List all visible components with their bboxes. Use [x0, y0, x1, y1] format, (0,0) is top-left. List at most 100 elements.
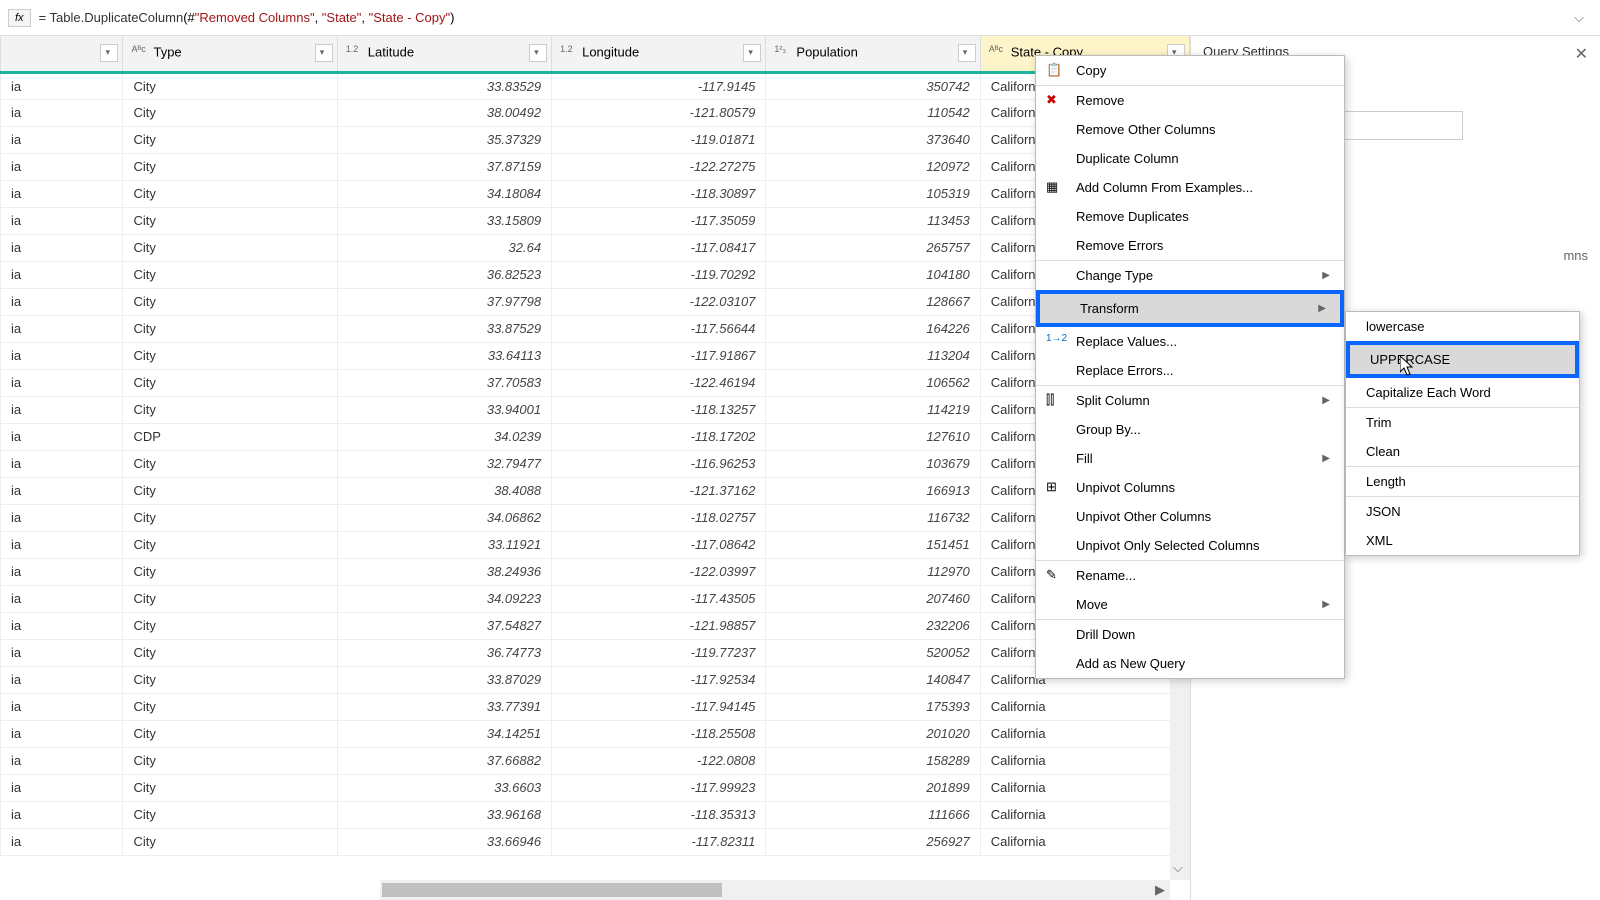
- cell-population[interactable]: 105319: [766, 180, 980, 207]
- formula-dropdown-icon[interactable]: ⌵: [1566, 8, 1592, 28]
- cell-state[interactable]: ia: [1, 153, 123, 180]
- cell-type[interactable]: City: [123, 720, 337, 747]
- cell-state[interactable]: ia: [1, 180, 123, 207]
- cell-longitude[interactable]: -117.35059: [552, 207, 766, 234]
- column-header-population[interactable]: 1²₃Population: [766, 36, 980, 72]
- cell-longitude[interactable]: -118.02757: [552, 504, 766, 531]
- scroll-down-icon[interactable]: ⌵: [1173, 860, 1183, 876]
- cell-population[interactable]: 151451: [766, 531, 980, 558]
- table-row[interactable]: iaCity33.94001-118.13257114219Californ: [1, 396, 1190, 423]
- table-row[interactable]: iaCity38.24936-122.03997112970Californ: [1, 558, 1190, 585]
- cell-population[interactable]: 520052: [766, 639, 980, 666]
- cell-longitude[interactable]: -118.13257: [552, 396, 766, 423]
- cell-population[interactable]: 120972: [766, 153, 980, 180]
- cell-type[interactable]: City: [123, 693, 337, 720]
- cell-type[interactable]: City: [123, 450, 337, 477]
- cell-state[interactable]: ia: [1, 234, 123, 261]
- cell-state[interactable]: ia: [1, 288, 123, 315]
- menu-rename[interactable]: ✎Rename...: [1036, 560, 1344, 590]
- cell-population[interactable]: 350742: [766, 72, 980, 99]
- cell-latitude[interactable]: 33.11921: [337, 531, 551, 558]
- cell-state[interactable]: ia: [1, 639, 123, 666]
- cell-longitude[interactable]: -116.96253: [552, 450, 766, 477]
- column-header-partial[interactable]: [1, 36, 123, 72]
- cell-latitude[interactable]: 34.14251: [337, 720, 551, 747]
- cell-longitude[interactable]: -118.25508: [552, 720, 766, 747]
- cell-type[interactable]: City: [123, 126, 337, 153]
- cell-state[interactable]: ia: [1, 747, 123, 774]
- cell-type[interactable]: City: [123, 72, 337, 99]
- table-row[interactable]: iaCDP34.0239-118.17202127610Californ: [1, 423, 1190, 450]
- table-row[interactable]: iaCity35.37329-119.01871373640Californ: [1, 126, 1190, 153]
- table-row[interactable]: iaCity32.64-117.08417265757Californ: [1, 234, 1190, 261]
- menu-unpivot[interactable]: ⊞Unpivot Columns: [1036, 473, 1344, 502]
- menu-replace-values[interactable]: 1→2Replace Values...: [1036, 327, 1344, 356]
- cell-latitude[interactable]: 33.15809: [337, 207, 551, 234]
- fx-icon[interactable]: fx: [8, 9, 31, 27]
- scroll-thumb[interactable]: [382, 883, 722, 897]
- menu-remove-dup[interactable]: Remove Duplicates: [1036, 202, 1344, 231]
- cell-type[interactable]: City: [123, 612, 337, 639]
- cell-population[interactable]: 128667: [766, 288, 980, 315]
- cell-type[interactable]: City: [123, 396, 337, 423]
- cell-longitude[interactable]: -117.9145: [552, 72, 766, 99]
- cell-longitude[interactable]: -121.98857: [552, 612, 766, 639]
- cell-latitude[interactable]: 32.64: [337, 234, 551, 261]
- cell-longitude[interactable]: -117.56644: [552, 315, 766, 342]
- column-filter-icon[interactable]: [315, 44, 333, 62]
- cell-longitude[interactable]: -117.82311: [552, 828, 766, 855]
- cell-type[interactable]: City: [123, 261, 337, 288]
- close-icon[interactable]: ✕: [1575, 44, 1588, 64]
- cell-population[interactable]: 112970: [766, 558, 980, 585]
- cell-latitude[interactable]: 32.79477: [337, 450, 551, 477]
- column-filter-icon[interactable]: [743, 44, 761, 62]
- menu-drill[interactable]: Drill Down: [1036, 619, 1344, 649]
- cell-type[interactable]: City: [123, 477, 337, 504]
- cell-latitude[interactable]: 33.64113: [337, 342, 551, 369]
- table-row[interactable]: iaCity34.09223-117.43505207460Californ: [1, 585, 1190, 612]
- cell-state[interactable]: ia: [1, 477, 123, 504]
- cell-latitude[interactable]: 38.24936: [337, 558, 551, 585]
- table-row[interactable]: iaCity34.18084-118.30897105319Californ: [1, 180, 1190, 207]
- cell-state[interactable]: ia: [1, 342, 123, 369]
- submenu-json[interactable]: JSON: [1346, 496, 1579, 526]
- cell-population[interactable]: 373640: [766, 126, 980, 153]
- menu-remove-err[interactable]: Remove Errors: [1036, 231, 1344, 260]
- column-filter-icon[interactable]: [100, 44, 118, 62]
- table-row[interactable]: iaCity33.96168-118.35313111666California: [1, 801, 1190, 828]
- cell-population[interactable]: 201020: [766, 720, 980, 747]
- cell-latitude[interactable]: 35.37329: [337, 126, 551, 153]
- table-row[interactable]: iaCity33.87029-117.92534140847California: [1, 666, 1190, 693]
- cell-latitude[interactable]: 33.66946: [337, 828, 551, 855]
- cell-latitude[interactable]: 33.6603: [337, 774, 551, 801]
- cell-state[interactable]: ia: [1, 72, 123, 99]
- cell-latitude[interactable]: 36.74773: [337, 639, 551, 666]
- cell-state[interactable]: ia: [1, 396, 123, 423]
- cell-population[interactable]: 201899: [766, 774, 980, 801]
- table-row[interactable]: iaCity33.87529-117.56644164226Californ: [1, 315, 1190, 342]
- cell-type[interactable]: City: [123, 531, 337, 558]
- cell-type[interactable]: City: [123, 639, 337, 666]
- menu-unpivot-other[interactable]: Unpivot Other Columns: [1036, 502, 1344, 531]
- cell-type[interactable]: City: [123, 153, 337, 180]
- cell-state[interactable]: ia: [1, 774, 123, 801]
- table-row[interactable]: iaCity32.79477-116.96253103679Californ: [1, 450, 1190, 477]
- cell-population[interactable]: 110542: [766, 99, 980, 126]
- cell-state[interactable]: ia: [1, 585, 123, 612]
- table-row[interactable]: iaCity33.64113-117.91867113204Californ: [1, 342, 1190, 369]
- cell-latitude[interactable]: 37.54827: [337, 612, 551, 639]
- cell-latitude[interactable]: 33.94001: [337, 396, 551, 423]
- cell-population[interactable]: 232206: [766, 612, 980, 639]
- cell-state[interactable]: ia: [1, 99, 123, 126]
- cell-longitude[interactable]: -118.17202: [552, 423, 766, 450]
- cell-population[interactable]: 113204: [766, 342, 980, 369]
- cell-state[interactable]: ia: [1, 504, 123, 531]
- column-filter-icon[interactable]: [958, 44, 976, 62]
- cell-type[interactable]: City: [123, 315, 337, 342]
- cell-longitude[interactable]: -118.30897: [552, 180, 766, 207]
- cell-latitude[interactable]: 33.87529: [337, 315, 551, 342]
- cell-longitude[interactable]: -117.94145: [552, 693, 766, 720]
- cell-latitude[interactable]: 33.87029: [337, 666, 551, 693]
- table-row[interactable]: iaCity37.70583-122.46194106562Californ: [1, 369, 1190, 396]
- cell-latitude[interactable]: 34.06862: [337, 504, 551, 531]
